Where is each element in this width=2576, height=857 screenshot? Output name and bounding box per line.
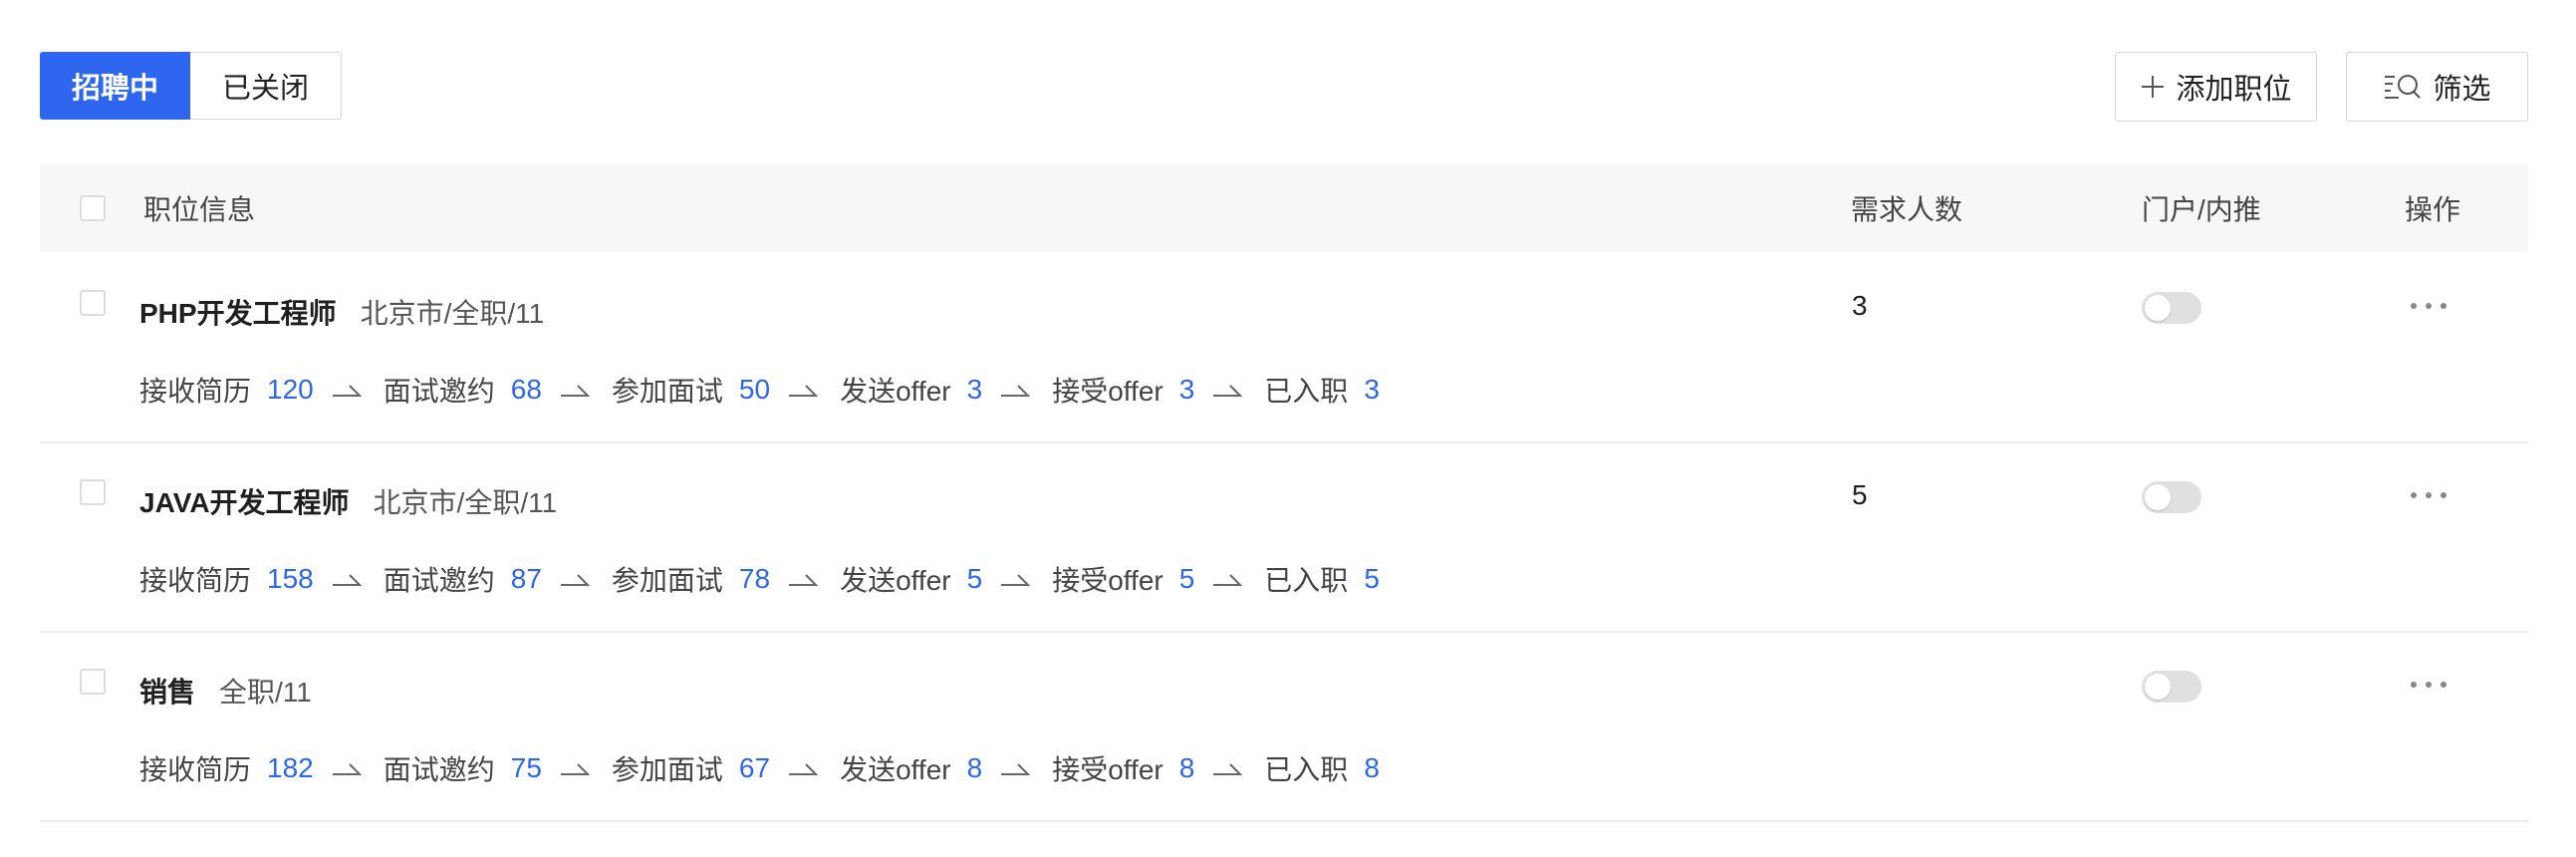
flow-arrow-icon — [332, 382, 362, 398]
toggle-knob — [2145, 674, 2171, 700]
stage-invited[interactable]: 面试邀约 87 — [384, 559, 542, 599]
stage-offer-accepted[interactable]: 接受offer 3 — [1052, 370, 1194, 410]
add-position-button[interactable]: 添加职位 — [2115, 52, 2317, 122]
stage-interviewed[interactable]: 参加面试 50 — [612, 370, 770, 410]
stage-offer-sent[interactable]: 发送offer 8 — [840, 748, 982, 788]
stage-offer-accepted[interactable]: 接受offer 5 — [1052, 559, 1194, 599]
position-title[interactable]: JAVA开发工程师 北京市/全职/11 — [139, 481, 557, 521]
portal-toggle[interactable] — [2142, 481, 2201, 513]
row-checkbox[interactable] — [80, 290, 106, 316]
recruitment-pipeline: 接收简历 158 面试邀约 87 参加面试 78 发送offer 5 接受offer 5 … — [139, 559, 1380, 599]
position-meta: 全职/11 — [219, 677, 312, 708]
flow-arrow-icon — [788, 382, 819, 398]
toggle-knob — [2145, 484, 2171, 510]
table-row: 销售 全职/11 接收简历 182 面试邀约 75 参加面试 67 发送offer 8 … — [40, 631, 2528, 822]
portal-toggle[interactable] — [2142, 671, 2201, 703]
status-tabs: 招聘中 已关闭 — [40, 52, 342, 122]
flow-arrow-icon — [560, 571, 590, 587]
tab-closed[interactable]: 已关闭 — [190, 52, 342, 120]
flow-arrow-icon — [788, 760, 819, 776]
select-all-checkbox[interactable] — [80, 195, 106, 221]
header-actions: 操作 — [2405, 194, 2461, 225]
stage-resumes[interactable]: 接收简历 182 — [139, 748, 314, 788]
row-checkbox[interactable] — [80, 479, 106, 505]
table-header: 职位信息 需求人数 门户/内推 操作 — [40, 164, 2528, 252]
flow-arrow-icon — [1000, 571, 1031, 587]
stage-invited[interactable]: 面试邀约 68 — [384, 370, 542, 410]
flow-arrow-icon — [560, 382, 590, 398]
toggle-knob — [2145, 295, 2171, 321]
flow-arrow-icon — [1212, 382, 1243, 398]
flow-arrow-icon — [788, 571, 819, 587]
table-row: PHP开发工程师 北京市/全职/11 3 接收简历 120 面试邀约 68 参加面试… — [40, 252, 2528, 443]
stage-invited[interactable]: 面试邀约 75 — [384, 748, 542, 788]
flow-arrow-icon — [1000, 382, 1031, 398]
stage-interviewed[interactable]: 参加面试 67 — [612, 748, 770, 788]
stage-resumes[interactable]: 接收简历 120 — [139, 370, 314, 410]
filter-button[interactable]: 筛选 — [2346, 52, 2528, 122]
position-meta: 北京市/全职/11 — [373, 487, 558, 518]
position-name: PHP开发工程师 — [139, 298, 337, 329]
stage-offer-sent[interactable]: 发送offer 5 — [840, 559, 982, 599]
stage-offer-accepted[interactable]: 接受offer 8 — [1052, 748, 1194, 788]
position-title[interactable]: 销售 全职/11 — [139, 671, 312, 711]
header-position-info: 职位信息 — [143, 194, 256, 225]
flow-arrow-icon — [1212, 760, 1243, 776]
stage-resumes[interactable]: 接收简历 158 — [139, 559, 314, 599]
recruitment-pipeline: 接收简历 120 面试邀约 68 参加面试 50 发送offer 3 接受offer 3 … — [139, 370, 1380, 410]
stage-interviewed[interactable]: 参加面试 78 — [612, 559, 770, 599]
stage-onboarded[interactable]: 已入职 5 — [1264, 559, 1380, 599]
stage-onboarded[interactable]: 已入职 8 — [1264, 748, 1380, 788]
position-name: JAVA开发工程师 — [139, 487, 350, 518]
position-name: 销售 — [139, 677, 196, 708]
headcount-value: 5 — [1852, 479, 1868, 510]
more-dots-icon[interactable] — [2411, 485, 2447, 505]
table-row: JAVA开发工程师 北京市/全职/11 5 接收简历 158 面试邀约 87 参加面… — [40, 441, 2528, 633]
portal-toggle[interactable] — [2142, 292, 2201, 324]
position-title[interactable]: PHP开发工程师 北京市/全职/11 — [139, 292, 544, 332]
flow-arrow-icon — [1212, 571, 1243, 587]
more-dots-icon[interactable] — [2411, 296, 2447, 316]
plus-icon — [2140, 74, 2166, 100]
flow-arrow-icon — [332, 571, 362, 587]
more-dots-icon[interactable] — [2411, 675, 2447, 695]
filter-search-icon — [2383, 72, 2423, 102]
flow-arrow-icon — [1000, 760, 1031, 776]
header-portal: 门户/内推 — [2142, 194, 2261, 225]
flow-arrow-icon — [332, 760, 362, 776]
headcount-value: 3 — [1852, 290, 1868, 321]
filter-label: 筛选 — [2433, 74, 2491, 106]
add-position-label: 添加职位 — [2176, 74, 2292, 106]
recruitment-pipeline: 接收简历 182 面试邀约 75 参加面试 67 发送offer 8 接受offer 8 … — [139, 748, 1380, 788]
stage-offer-sent[interactable]: 发送offer 3 — [840, 370, 982, 410]
stage-onboarded[interactable]: 已入职 3 — [1264, 370, 1380, 410]
flow-arrow-icon — [560, 760, 590, 776]
position-meta: 北京市/全职/11 — [360, 298, 545, 329]
header-headcount: 需求人数 — [1851, 194, 1963, 225]
row-checkbox[interactable] — [80, 669, 106, 695]
tab-recruiting[interactable]: 招聘中 — [40, 52, 190, 120]
